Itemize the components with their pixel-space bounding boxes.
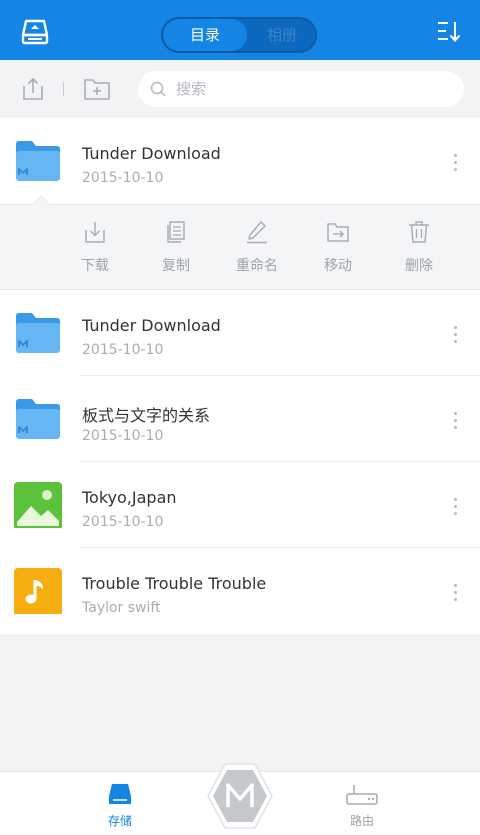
move-button[interactable]: 移动 — [308, 219, 368, 281]
action-label: 复制 — [162, 258, 190, 274]
drive-icon[interactable] — [20, 18, 50, 46]
file-row[interactable]: Tunder Download 2015-10-10 — [0, 118, 480, 204]
image-icon — [14, 482, 62, 528]
toolbar — [0, 60, 480, 118]
tab-storage-label: 存储 — [107, 814, 132, 828]
file-date: 2015-10-10 — [82, 428, 164, 444]
file-row[interactable]: 板式与文字的关系 2015-10-10 — [0, 376, 480, 462]
file-name: 板式与文字的关系 — [82, 406, 211, 425]
storage-icon — [109, 784, 131, 804]
copy-button[interactable]: 复制 — [146, 219, 206, 281]
bottom-nav: 存储 路由 — [0, 763, 480, 835]
file-row[interactable]: Tokyo,Japan 2015-10-10 — [0, 462, 480, 548]
action-label: 删除 — [405, 258, 433, 274]
file-name: Tunder Download — [82, 316, 221, 335]
file-date: 2015-10-10 — [82, 170, 164, 186]
toolbar-divider — [63, 82, 64, 96]
move-icon — [327, 223, 349, 242]
upload-icon[interactable] — [20, 76, 46, 102]
tab-storage[interactable]: 存储 — [90, 782, 150, 832]
new-folder-icon[interactable] — [82, 76, 112, 102]
search-box — [138, 71, 464, 107]
copy-icon — [167, 221, 185, 243]
tab-directory[interactable]: 目录 — [163, 19, 247, 51]
more-icon[interactable] — [448, 322, 464, 346]
file-date: 2015-10-10 — [82, 342, 164, 358]
file-row[interactable]: Tunder Download 2015-10-10 — [0, 290, 480, 376]
m-logo-icon — [207, 763, 273, 829]
download-icon — [85, 222, 105, 243]
action-label: 移动 — [324, 258, 352, 274]
view-switch: 目录 相册 — [161, 17, 317, 53]
sort-icon[interactable] — [436, 19, 462, 45]
folder-icon — [16, 399, 60, 439]
folder-icon — [16, 141, 60, 181]
tab-router-label: 路由 — [349, 814, 374, 828]
tab-album[interactable]: 相册 — [247, 19, 315, 51]
file-date: 2015-10-10 — [82, 514, 164, 530]
rename-button[interactable]: 重命名 — [227, 219, 287, 281]
file-artist: Taylor swift — [82, 600, 161, 616]
pencil-icon — [247, 221, 267, 244]
tab-router[interactable]: 路由 — [332, 782, 392, 832]
action-label: 重命名 — [236, 258, 278, 274]
music-icon — [14, 568, 62, 614]
top-bar: 目录 相册 — [0, 0, 480, 60]
file-row[interactable]: Trouble Trouble Trouble Taylor swift — [0, 548, 480, 634]
search-input[interactable] — [176, 75, 446, 103]
file-action-bar: 下载 复制 重命名 移动 删除 — [0, 195, 480, 290]
more-icon[interactable] — [448, 408, 464, 432]
download-button[interactable]: 下载 — [65, 219, 125, 281]
router-icon — [346, 785, 378, 805]
file-name: Trouble Trouble Trouble — [82, 574, 267, 593]
action-label: 下载 — [81, 258, 109, 274]
more-icon[interactable] — [448, 494, 464, 518]
search-icon — [150, 81, 166, 97]
trash-icon — [409, 221, 429, 243]
file-name: Tokyo,Japan — [82, 488, 177, 507]
delete-button[interactable]: 删除 — [389, 219, 449, 281]
center-logo-button[interactable] — [204, 760, 276, 832]
more-icon[interactable] — [448, 150, 464, 174]
more-icon[interactable] — [448, 580, 464, 604]
file-name: Tunder Download — [82, 144, 221, 163]
folder-icon — [16, 313, 60, 353]
